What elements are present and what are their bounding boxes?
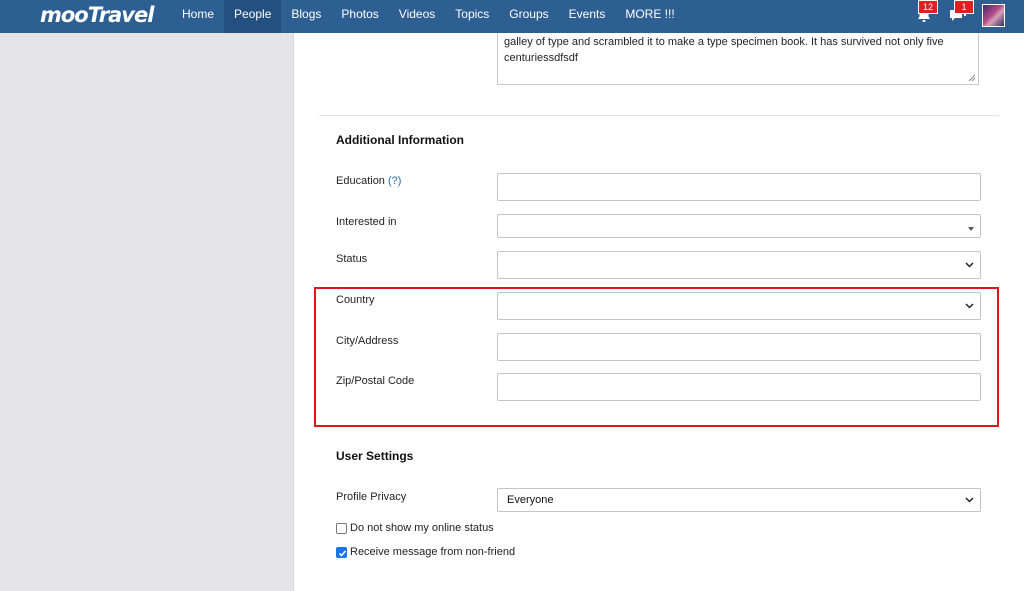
notifications-badge: 12 [918,0,938,14]
status-select[interactable] [497,251,981,279]
resize-grip-icon[interactable] [968,74,976,82]
online-status-label: Do not show my online status [350,522,494,534]
city-address-input[interactable] [497,333,981,361]
country-label: Country [336,294,375,306]
checkmark-icon [338,549,347,557]
online-status-checkbox[interactable] [336,522,347,534]
section-divider [319,115,999,116]
receive-message-checkbox[interactable] [336,546,347,558]
status-label: Status [336,253,368,265]
messages-badge: 1 [954,0,974,14]
user-avatar[interactable] [982,4,1005,27]
caret-down-icon [968,227,974,231]
nav-item-videos[interactable]: Videos [389,0,445,33]
nav-item-blogs[interactable]: Blogs [281,0,331,33]
nav-item-home[interactable]: Home [172,0,224,33]
online-status-row[interactable]: Do not show my online status [336,522,494,534]
receive-message-label: Receive message from non-friend [350,546,516,558]
profile-privacy-value: Everyone [507,494,554,506]
zip-code-label: Zip/Postal Code [336,375,415,387]
interested-in-select[interactable] [497,214,981,238]
chevron-down-icon [965,497,974,503]
city-address-label: City/Address [336,335,399,347]
education-label-text: Education [336,175,385,187]
user-settings-title: User Settings [336,449,414,463]
profile-privacy-label: Profile Privacy [336,491,407,503]
chevron-down-icon [965,303,974,309]
education-input[interactable] [497,173,981,201]
nav-item-groups[interactable]: Groups [499,0,558,33]
main-nav: Home People Blogs Photos Videos Topics G… [172,0,685,33]
nav-item-more[interactable]: MORE !!! [615,0,684,33]
additional-info-title: Additional Information [336,133,464,147]
interested-in-label: Interested in [336,216,397,228]
nav-item-photos[interactable]: Photos [331,0,388,33]
education-help-link[interactable]: (?) [388,175,401,187]
profile-edit-panel: galley of type and scrambled it to make … [293,33,1024,591]
chevron-down-icon [965,262,974,268]
country-select[interactable] [497,292,981,320]
about-textarea[interactable]: galley of type and scrambled it to make … [497,33,979,85]
about-text: galley of type and scrambled it to make … [504,36,944,64]
messages-button[interactable]: 1 [947,0,974,25]
nav-item-people[interactable]: People [224,0,282,33]
site-logo[interactable]: mooTravel [40,3,154,27]
zip-code-input[interactable] [497,373,981,401]
profile-privacy-select[interactable]: Everyone [497,488,981,512]
top-navbar: mooTravel Home People Blogs Photos Video… [0,0,1024,33]
nav-item-topics[interactable]: Topics [445,0,499,33]
notifications-button[interactable]: 12 [913,0,938,25]
nav-item-events[interactable]: Events [559,0,616,33]
education-label: Education (?) [336,175,401,187]
receive-message-row[interactable]: Receive message from non-friend [336,546,515,558]
